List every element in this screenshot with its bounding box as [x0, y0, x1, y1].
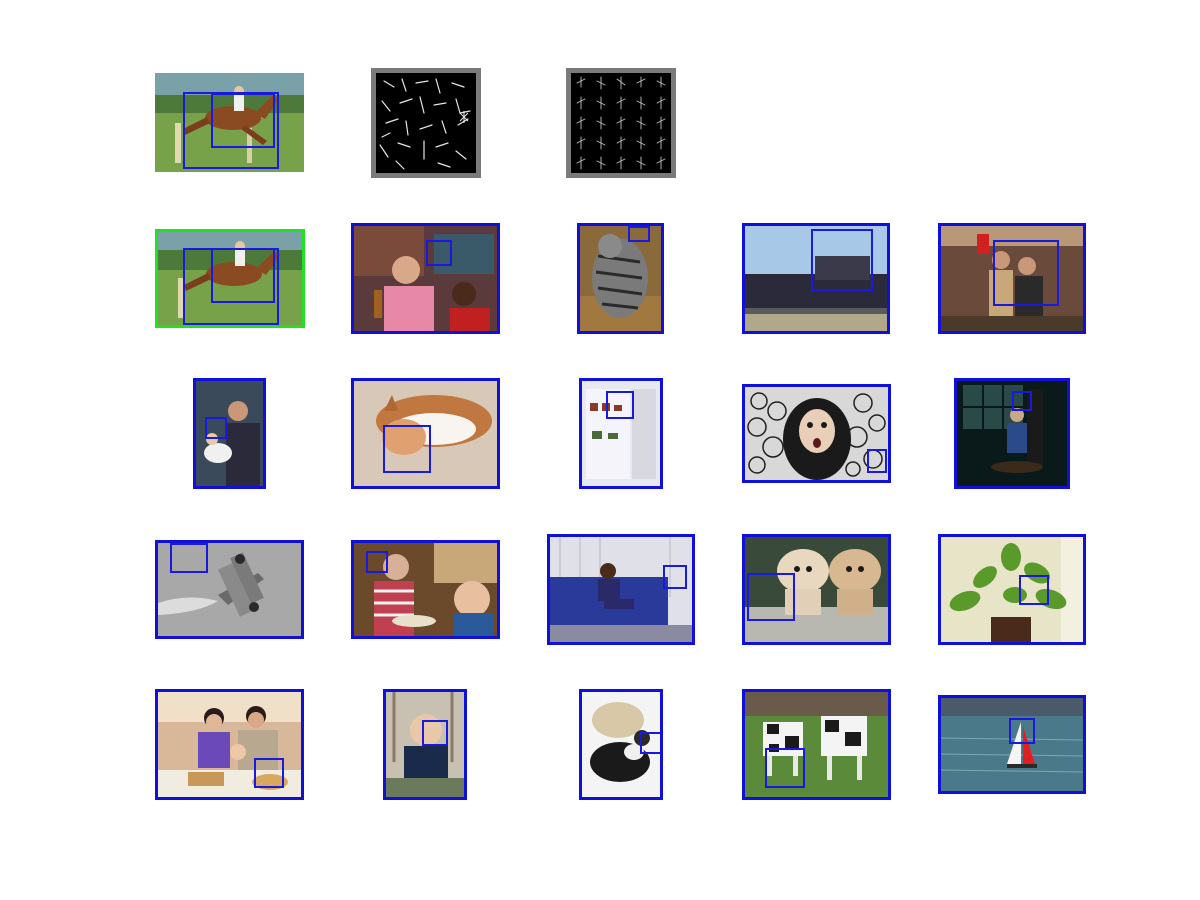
biplane-photo [158, 543, 301, 636]
hog-visualization-a [379, 78, 471, 170]
result-two-dogs [742, 534, 891, 645]
man-holding-baby-photo [196, 381, 263, 486]
result-toddler [383, 689, 467, 800]
hog-template-a [371, 68, 481, 178]
result-open-refrigerator [579, 378, 663, 489]
two-dogs-photo [745, 537, 888, 642]
query-image [155, 73, 304, 172]
result-tabby-cat [577, 223, 664, 334]
hog-visualization-b [576, 76, 666, 170]
result-potted-plant [938, 534, 1086, 645]
person-on-sofa-photo [550, 537, 692, 642]
result-horse-jumping [155, 229, 305, 328]
curled-cats-photo [582, 692, 660, 797]
result-seated-figurine [954, 378, 1070, 489]
locomotive-photo [745, 226, 887, 331]
family-dinner-photo [158, 692, 301, 797]
seated-figurine-photo [957, 381, 1067, 486]
man-with-bottle-photo [354, 226, 497, 331]
horse-jumping-photo [155, 73, 304, 172]
result-man-holding-baby [193, 378, 266, 489]
result-surprised-woman [742, 384, 891, 483]
result-person-on-sofa [547, 534, 695, 645]
potted-plant-photo [941, 537, 1083, 642]
sleeping-cat-photo [354, 381, 497, 486]
surprised-woman-photo [745, 387, 888, 480]
result-curled-cats [579, 689, 663, 800]
result-couple-indoors [938, 223, 1086, 334]
result-locomotive [742, 223, 890, 334]
couple-indoors-photo [941, 226, 1083, 331]
sailboats-photo [941, 698, 1083, 791]
horse-jumping-photo [158, 232, 302, 325]
result-woman-and-baby [351, 540, 500, 639]
result-man-with-bottle [351, 223, 500, 334]
woman-and-baby-photo [354, 543, 497, 636]
tabby-cat-photo [580, 226, 661, 331]
result-family-dinner [155, 689, 304, 800]
cows-photo [745, 692, 888, 797]
result-sailboats [938, 695, 1086, 794]
toddler-photo [386, 692, 464, 797]
result-cows [742, 689, 891, 800]
result-biplane [155, 540, 304, 639]
hog-template-b [566, 68, 676, 178]
result-sleeping-cat [351, 378, 500, 489]
open-refrigerator-photo [582, 381, 660, 486]
